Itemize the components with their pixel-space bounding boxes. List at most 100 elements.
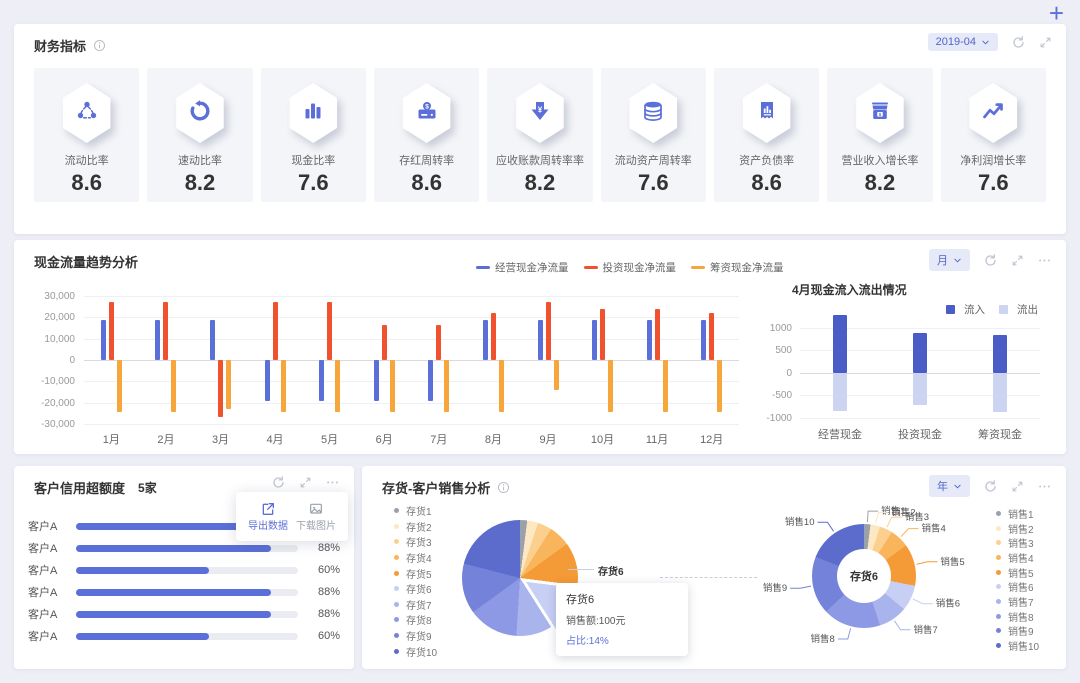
kpi-value: 7.6 xyxy=(638,170,669,195)
credit-bar-fill[interactable] xyxy=(76,544,272,552)
legend-item[interactable]: 存货5 xyxy=(394,565,437,581)
bar-经营现金-流入[interactable] xyxy=(833,314,847,373)
legend-item[interactable]: 销售5 xyxy=(996,565,1039,580)
callout-label: 销售7 xyxy=(914,624,938,636)
expand-icon[interactable] xyxy=(1039,36,1052,49)
kpi-tile[interactable]: ¥ 应收账款周转率率 8.2 xyxy=(487,68,593,202)
legend-item[interactable]: 销售3 xyxy=(996,535,1039,550)
kpi-hexagon: $ xyxy=(402,83,451,143)
inventory-sales-card: 存货-客户销售分析 年 存货1 存货2 存货3 存货4 存货5 存货6 存货7 存货8 存货9 存… xyxy=(362,466,1066,669)
legend-marker xyxy=(996,584,1001,590)
kpi-grid: 流动比率 8.6 速动比率 8.2 现金比率 7.6 $ 存红周转率 8.6 ¥ 应收账款周转率率 8… xyxy=(34,68,1046,202)
legend-label: 存货1 xyxy=(406,507,432,519)
credit-bar-fill[interactable] xyxy=(76,632,210,640)
credit-bar-fill[interactable] xyxy=(76,610,272,618)
export-data-button[interactable]: 导出数据 xyxy=(244,501,292,534)
legend-item[interactable]: 销售8 xyxy=(996,609,1039,624)
legend-marker xyxy=(996,643,1001,649)
period-value: 年 xyxy=(937,481,948,493)
refresh-icon[interactable] xyxy=(983,253,998,268)
card-title: 客户信用超额度 xyxy=(34,481,126,496)
legend-label: 销售2 xyxy=(1008,524,1034,536)
kpi-value: 8.2 xyxy=(184,170,216,195)
bar-筹资现金-流出[interactable] xyxy=(993,372,1007,412)
legend-marker xyxy=(996,525,1001,531)
callout-label: 销售10 xyxy=(785,516,815,528)
credit-percent: 60% xyxy=(317,630,340,642)
kpi-tile[interactable]: 速动比率 8.2 xyxy=(147,68,253,202)
legend-label: 存货4 xyxy=(406,554,432,566)
kpi-value: 7.6 xyxy=(977,170,1009,195)
legend-marker xyxy=(996,540,1001,546)
kpi-label: 存红周转率 xyxy=(399,155,455,167)
download-image-button[interactable]: 下载图片 xyxy=(292,501,340,534)
kpi-hexagon xyxy=(62,83,111,143)
kpi-hexagon: ¥ xyxy=(516,83,564,143)
legend-item[interactable]: 存货2 xyxy=(394,519,437,535)
legend-item[interactable]: 销售2 xyxy=(996,521,1039,536)
legend-marker xyxy=(394,648,399,654)
kpi-tile[interactable]: 流动资产周转率 7.6 xyxy=(600,68,706,202)
callout-line xyxy=(817,521,835,532)
legend-item[interactable]: 存货6 xyxy=(394,581,437,597)
legend-marker xyxy=(394,601,399,607)
legend-item[interactable]: 存货8 xyxy=(394,612,437,628)
kpi-tile[interactable]: $ 营业收入增长率 8.2 xyxy=(827,68,933,202)
legend-item[interactable]: 销售10 xyxy=(996,638,1039,653)
expand-icon[interactable] xyxy=(299,476,312,489)
customer-credit-card: 客户信用超额度 5家 导出数据 下载图片 客户A88%客户A88%客户A60%客… xyxy=(14,466,354,669)
bar-经营现金-流出[interactable] xyxy=(833,372,847,411)
legend-item[interactable]: 销售7 xyxy=(996,594,1039,609)
kpi-tile[interactable]: $ 存红周转率 8.6 xyxy=(373,68,480,202)
period-selector[interactable]: 年 xyxy=(929,475,970,497)
legend-item[interactable]: 存货1 xyxy=(394,503,437,519)
kpi-tile[interactable]: 净利润增长率 7.6 xyxy=(940,68,1046,202)
kpi-tile[interactable]: 资产负债率 8.6 xyxy=(713,68,820,202)
period-selector[interactable]: 月 xyxy=(929,249,970,271)
legend-marker xyxy=(996,569,1001,575)
kpi-label: 营业收入增长率 xyxy=(841,155,919,167)
credit-bar-fill[interactable] xyxy=(76,566,210,574)
refresh-icon[interactable] xyxy=(1011,35,1026,50)
refresh-icon[interactable] xyxy=(983,479,998,494)
legend-item[interactable]: 存货4 xyxy=(394,550,437,566)
legend-item[interactable]: 销售9 xyxy=(996,624,1039,638)
credit-bar-fill[interactable] xyxy=(76,588,272,596)
receipt-chart-icon xyxy=(755,99,779,128)
share-nodes-icon xyxy=(75,99,99,128)
kpi-value: 8.2 xyxy=(864,170,896,195)
period-selector[interactable]: 2019-04 xyxy=(927,33,998,51)
kpi-tile[interactable]: 现金比率 7.6 xyxy=(260,68,366,202)
refresh-icon[interactable] xyxy=(271,475,286,490)
legend-item[interactable]: 销售4 xyxy=(996,550,1039,565)
legend-item[interactable]: 存货9 xyxy=(394,628,437,644)
kpi-label: 速动比率 xyxy=(177,155,222,167)
legend-marker xyxy=(394,617,399,623)
y-axis-tick: 500 xyxy=(775,345,792,357)
credit-bar-track xyxy=(76,566,298,574)
bar-筹资现金-流入[interactable] xyxy=(993,334,1007,373)
legend-item[interactable]: 存货3 xyxy=(394,534,437,550)
kpi-tile[interactable]: 流动比率 8.6 xyxy=(34,68,140,202)
legend-item[interactable]: 存货10 xyxy=(394,643,437,659)
legend-item[interactable]: 存货7 xyxy=(394,597,437,613)
legend-marker xyxy=(394,508,399,514)
legend-marker xyxy=(996,628,1001,634)
more-options-icon[interactable] xyxy=(1037,253,1052,268)
callout-label: 销售9 xyxy=(763,582,787,594)
legend-marker xyxy=(394,523,399,529)
bar-投资现金-流入[interactable] xyxy=(913,333,927,373)
bar-投资现金-流出[interactable] xyxy=(913,372,927,406)
more-options-icon[interactable] xyxy=(325,475,340,490)
legend-label: 存货5 xyxy=(406,569,432,581)
expand-icon[interactable] xyxy=(1011,480,1024,493)
more-options-icon[interactable] xyxy=(1037,479,1052,494)
card-subtitle: 5家 xyxy=(138,481,157,495)
kpi-hexagon xyxy=(742,83,791,143)
legend-label: 销售10 xyxy=(1008,642,1040,654)
expand-icon[interactable] xyxy=(1011,254,1024,267)
legend-item[interactable]: 销售1 xyxy=(996,506,1039,521)
pie-tooltip: 存货6 销售额:100元 占比:14% xyxy=(556,583,688,656)
legend-item[interactable]: 销售6 xyxy=(996,579,1039,594)
legend-label: 存货2 xyxy=(406,522,432,534)
